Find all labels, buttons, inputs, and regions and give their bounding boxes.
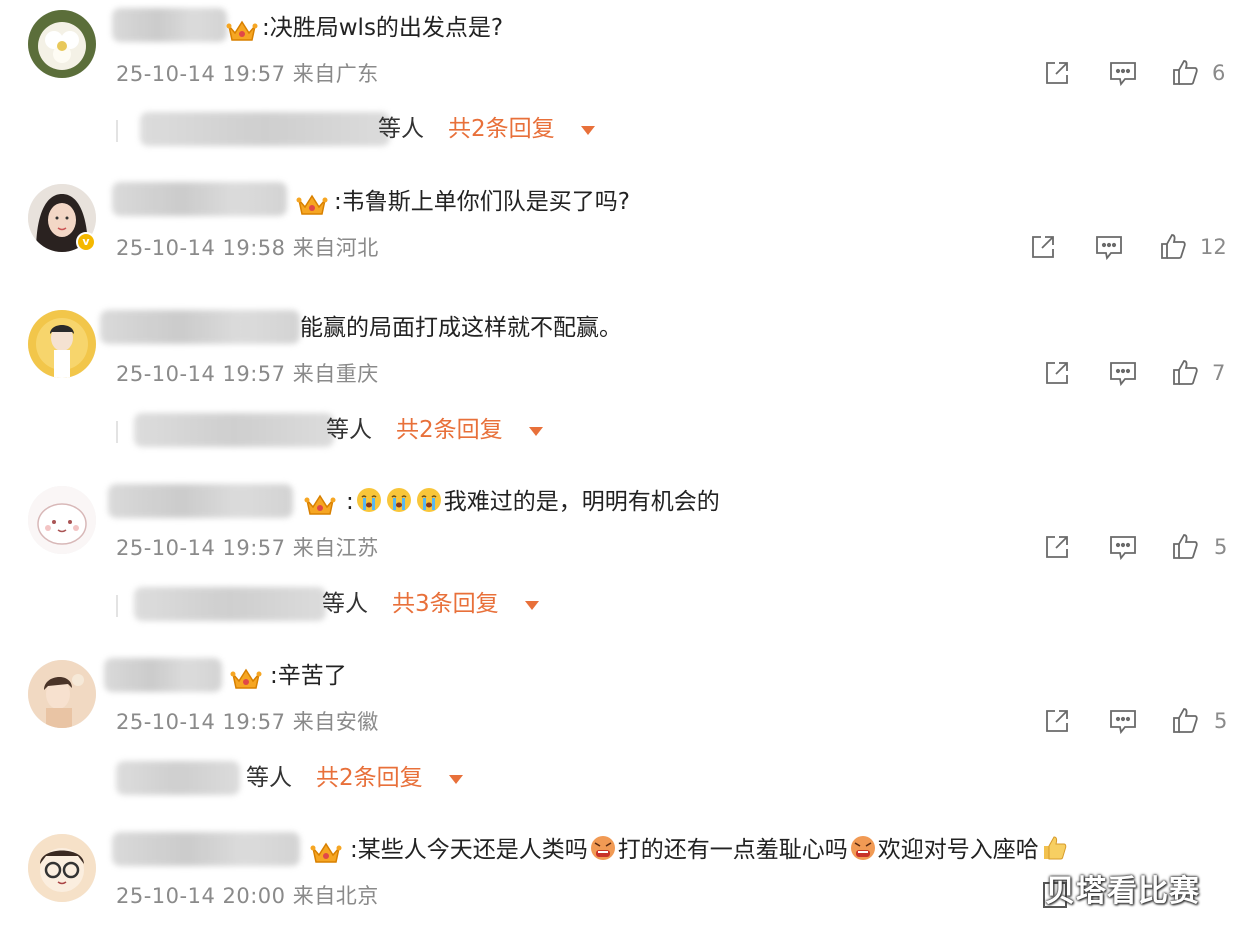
comment-meta: 25-10-14 19:58 来自河北 [116, 236, 379, 260]
chevron-down-icon[interactable] [529, 427, 543, 436]
crown-badge-icon [304, 490, 336, 518]
chevron-down-icon[interactable] [581, 126, 595, 135]
username-blurred[interactable] [100, 310, 300, 344]
angry-emoji-icon [589, 834, 617, 862]
username-blurred[interactable] [104, 658, 222, 692]
chevron-down-icon[interactable] [449, 775, 463, 784]
comment-actions: 12 [1028, 232, 1252, 262]
comment-meta: 25-10-14 19:57 来自广东 [116, 62, 379, 86]
like-count: 5 [1214, 709, 1228, 733]
comment-icon[interactable] [1108, 532, 1138, 562]
crown-badge-icon [310, 838, 342, 866]
comment-icon[interactable] [1108, 358, 1138, 388]
comment-meta: 25-10-14 19:57 来自江苏 [116, 536, 379, 560]
avatar[interactable] [28, 660, 96, 728]
thumbs-up-icon[interactable] [1170, 358, 1200, 388]
username-blurred[interactable] [108, 484, 293, 518]
reply-count-link[interactable]: 共2条回复 [316, 761, 423, 795]
like-count: 6 [1212, 61, 1226, 85]
angry-emoji-icon [849, 834, 877, 862]
thumbs-up-icon[interactable] [1170, 532, 1200, 562]
thumbs-up-icon[interactable] [1170, 706, 1200, 736]
reply-others-label: 等人 [246, 765, 292, 791]
avatar[interactable] [28, 486, 96, 554]
comment-text: :决胜局wls的出发点是? [262, 15, 504, 41]
crying-emoji-icon [415, 486, 443, 514]
crown-badge-icon [226, 16, 258, 44]
comment-text: :某些人今天还是人类吗 打的还有一点羞耻心吗 欢迎对号入座哈 [350, 834, 1069, 866]
comment-text: :韦鲁斯上单你们队是买了吗? [334, 189, 630, 215]
reply-others-label: 等人 [322, 591, 368, 617]
reply-count-link[interactable]: 共2条回复 [396, 413, 503, 447]
comment-text-body: 我难过的是，明明有机会的 [443, 489, 720, 515]
reply-count-link[interactable]: 共3条回复 [392, 587, 499, 621]
comment-text-part: 打的还有一点羞耻心吗 [617, 837, 848, 863]
reply-others-label: 等人 [326, 417, 372, 443]
crying-emoji-icon [355, 486, 383, 514]
crown-badge-icon [296, 190, 328, 218]
avatar[interactable] [28, 310, 96, 378]
comment-actions: 5 [1042, 706, 1252, 736]
comment-icon[interactable] [1108, 58, 1138, 88]
comment-actions: 7 [1042, 358, 1252, 388]
thumbs-up-icon[interactable] [1158, 232, 1188, 262]
comment-meta: 25-10-14 19:57 来自安徽 [116, 710, 379, 734]
avatar[interactable] [28, 834, 96, 902]
reply-summary[interactable]: 等人 共3条回复 [116, 587, 816, 623]
avatar[interactable] [28, 10, 96, 78]
reply-summary[interactable]: 等人 共2条回复 [116, 761, 816, 797]
comment-text: : 我难过的是，明明有机会的 [346, 486, 720, 518]
like-count: 5 [1214, 535, 1228, 559]
reply-count-link[interactable]: 共2条回复 [448, 112, 555, 146]
reply-username-blurred [116, 761, 240, 795]
username-blurred[interactable] [112, 832, 300, 866]
comment-actions: 5 [1042, 532, 1252, 562]
crown-badge-icon [230, 664, 262, 692]
username-blurred[interactable] [112, 8, 227, 42]
comment-icon[interactable] [1094, 232, 1124, 262]
reply-summary[interactable]: 等人 共2条回复 [116, 413, 816, 449]
thumbs-up-emoji-icon [1040, 834, 1068, 862]
reply-username-blurred [134, 587, 326, 621]
reply-username-blurred [140, 112, 390, 146]
share-icon[interactable] [1028, 232, 1058, 262]
share-icon[interactable] [1042, 532, 1072, 562]
comment-icon[interactable] [1108, 706, 1138, 736]
username-blurred[interactable] [112, 182, 287, 216]
comment-meta: 25-10-14 19:57 来自重庆 [116, 362, 379, 386]
reply-summary[interactable]: 等人 共2条回复 [116, 112, 816, 148]
chevron-down-icon[interactable] [525, 601, 539, 610]
crying-emoji-icon [385, 486, 413, 514]
comment-actions: 6 [1042, 58, 1252, 88]
share-icon[interactable] [1042, 358, 1072, 388]
reply-others-label: 等人 [378, 116, 424, 142]
thumbs-up-icon[interactable] [1170, 58, 1200, 88]
verified-badge-icon: v [76, 232, 96, 252]
reply-divider [116, 421, 118, 443]
reply-divider [116, 595, 118, 617]
comment-text-part: :某些人今天还是人类吗 [350, 837, 588, 863]
comment-text: 能赢的局面打成这样就不配赢。 [300, 315, 622, 341]
share-icon[interactable] [1042, 706, 1072, 736]
comment-text: :辛苦了 [270, 663, 347, 689]
comment-text-prefix: : [346, 489, 354, 515]
reply-divider [116, 120, 118, 142]
like-count: 12 [1200, 235, 1227, 259]
comment-meta: 25-10-14 20:00 来自北京 [116, 884, 379, 908]
share-icon[interactable] [1042, 58, 1072, 88]
reply-username-blurred [134, 413, 334, 447]
like-count: 7 [1212, 361, 1226, 385]
watermark: 贝塔看比赛 [1045, 874, 1200, 909]
comment-text-part: 欢迎对号入座哈 [877, 837, 1039, 863]
